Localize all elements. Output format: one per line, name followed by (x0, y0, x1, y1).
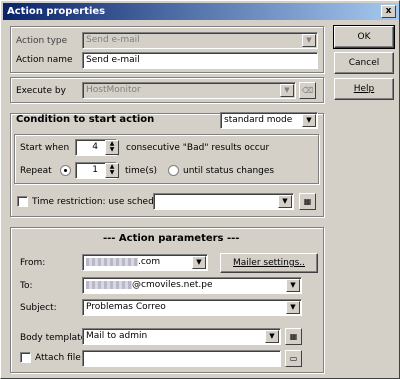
time-restriction-checkbox[interactable] (17, 196, 28, 207)
repeat-label: Repeat (20, 166, 52, 176)
action-name-label: Action name (16, 55, 73, 65)
to-label: To: (20, 281, 33, 291)
condition-title: Condition to start action (16, 114, 155, 125)
execute-by-label: Execute by (16, 86, 66, 96)
chevron-down-icon[interactable]: ▼ (286, 301, 300, 314)
schedule-icon[interactable]: ▦ (299, 193, 316, 210)
action-name-input[interactable]: Send e-mail (82, 52, 318, 69)
attach-file-checkbox[interactable] (20, 352, 31, 363)
to-suffix: @cmoviles.net.pe (132, 280, 213, 290)
mailer-settings-button[interactable]: Mailer settings.. (220, 253, 318, 273)
spin-icon[interactable]: ▲ ▼ (105, 140, 119, 155)
chevron-down-icon: ▼ (280, 84, 294, 97)
chevron-down-icon[interactable]: ▼ (278, 195, 292, 208)
until-status-radio[interactable] (168, 165, 179, 176)
subject-label: Subject: (20, 303, 57, 313)
start-when-value: 4 (92, 142, 98, 152)
schedule-icon[interactable]: ▦ (285, 328, 302, 345)
ok-button[interactable]: OK (333, 25, 395, 49)
from-label: From: (20, 258, 46, 268)
chevron-down-icon: ▼ (302, 34, 316, 47)
attach-file-input[interactable] (82, 350, 281, 367)
chevron-down-icon[interactable]: ▼ (286, 279, 300, 292)
action-type-select: Send e-mail ▼ (82, 32, 318, 49)
from-suffix: .com (138, 257, 161, 267)
body-template-value: Mail to admin (86, 331, 148, 341)
schedule-select[interactable]: ▼ (153, 193, 294, 210)
window-title: Action properties (7, 6, 106, 17)
chevron-down-icon[interactable]: ▼ (302, 114, 316, 127)
redacted-text (86, 257, 138, 266)
params-title: --- Action parameters --- (103, 233, 240, 244)
condition-mode-value: standard mode (224, 115, 293, 125)
redacted-text (86, 280, 132, 289)
condition-mode-select[interactable]: standard mode ▼ (220, 112, 318, 129)
start-when-label: Start when (20, 143, 70, 153)
action-type-label: Action type (16, 36, 68, 46)
body-template-label: Body template (20, 333, 87, 343)
chevron-down-icon[interactable]: ▼ (265, 330, 279, 343)
time-restriction-label: Time restriction: use schedule (32, 197, 168, 207)
attach-file-label: Attach file (35, 353, 81, 363)
until-status-label: until status changes (183, 166, 275, 176)
chevron-down-icon[interactable]: ▼ (192, 256, 206, 269)
title-bar: Action properties x (3, 3, 399, 20)
action-type-value: Send e-mail (86, 35, 140, 45)
folder-open-icon[interactable]: ▭ (285, 350, 302, 367)
body-template-select[interactable]: Mail to admin ▼ (82, 328, 281, 345)
repeat-value: 1 (92, 165, 98, 175)
dialog-window: Action properties x OK Cancel Help Actio… (0, 0, 400, 379)
from-input[interactable]: .com ▼ (82, 254, 208, 271)
execute-by-select: HostMonitor ▼ (82, 82, 296, 99)
start-when-suffix: consecutive "Bad" results occur (126, 143, 270, 153)
execute-by-value: HostMonitor (86, 85, 141, 95)
spin-icon[interactable]: ▲ ▼ (105, 163, 119, 178)
repeat-suffix: time(s) (125, 166, 158, 176)
subject-value: Problemas Correo (86, 302, 166, 312)
cancel-button[interactable]: Cancel (334, 52, 394, 74)
close-icon[interactable]: x (381, 5, 396, 18)
help-button[interactable]: Help (334, 78, 394, 100)
eraser-icon: ⌫ (299, 82, 316, 99)
subject-input[interactable]: Problemas Correo ▼ (82, 299, 302, 316)
to-input[interactable]: @cmoviles.net.pe ▼ (82, 277, 302, 294)
repeat-times-radio[interactable] (60, 165, 71, 176)
